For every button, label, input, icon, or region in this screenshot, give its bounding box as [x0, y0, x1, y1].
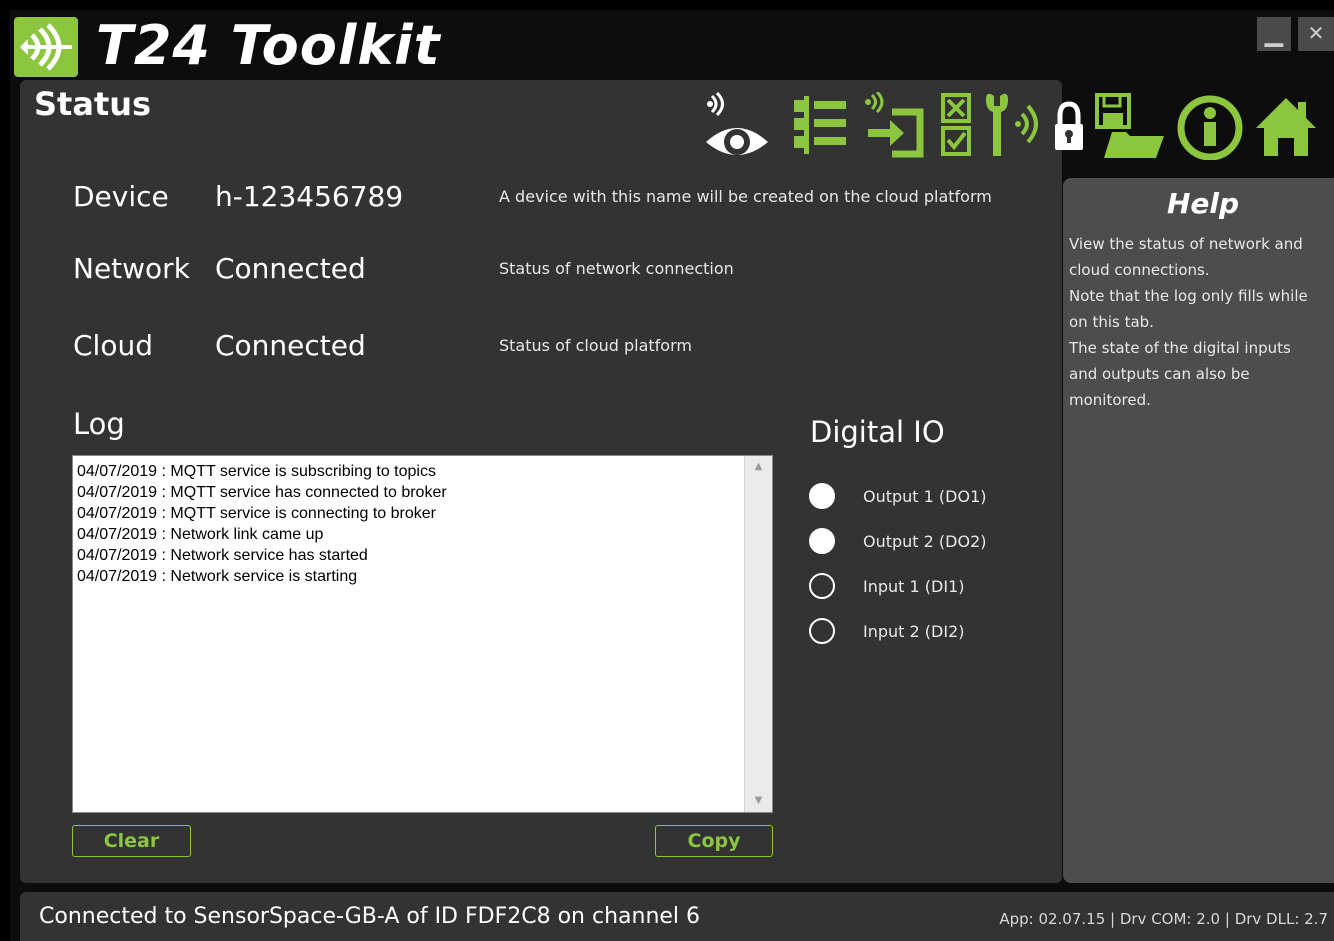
input-2-led-icon	[809, 618, 835, 644]
checklist-icon[interactable]	[940, 92, 974, 160]
log-heading: Log	[73, 407, 125, 441]
io-label: Input 1 (DI1)	[863, 577, 965, 596]
cloud-label: Cloud	[73, 329, 153, 362]
io-label: Output 1 (DO1)	[863, 487, 987, 506]
help-line: cloud connections.	[1069, 261, 1210, 279]
help-text: View the status of network and cloud con…	[1069, 231, 1331, 413]
help-line: monitored.	[1069, 391, 1151, 409]
device-hint: A device with this name will be created …	[499, 187, 992, 206]
log-line: 04/07/2019 : Network link came up	[77, 526, 324, 543]
minimize-button[interactable]: ▁	[1257, 17, 1291, 51]
help-line: The state of the digital inputs	[1069, 339, 1291, 357]
cloud-value: Connected	[215, 329, 366, 362]
digital-io-heading: Digital IO	[810, 415, 945, 449]
page-title: Status	[34, 85, 152, 123]
log-scrollbar[interactable]: ▲ ▼	[744, 456, 772, 812]
io-label: Input 2 (DI2)	[863, 622, 965, 641]
network-hint: Status of network connection	[499, 259, 734, 278]
log-line: 04/07/2019 : Network service is starting	[77, 568, 358, 585]
lock-icon[interactable]	[1052, 92, 1086, 160]
help-line: Note that the log only fills while	[1069, 287, 1308, 305]
home-icon[interactable]	[1254, 92, 1318, 160]
app-title: T24 Toolkit	[96, 14, 441, 77]
connection-status-text: Connected to SensorSpace-GB-A of ID FDF2…	[39, 904, 701, 929]
input-1-led-icon	[809, 573, 835, 599]
output-1-led-icon	[809, 483, 835, 509]
help-title: Help	[1167, 187, 1240, 220]
scroll-up-arrow-icon[interactable]: ▲	[745, 456, 772, 478]
log-line: 04/07/2019 : MQTT service is subscribing…	[77, 463, 436, 480]
help-line: View the status of network and	[1069, 235, 1303, 253]
wireless-import-icon[interactable]	[860, 92, 928, 160]
settings-list-icon[interactable]	[790, 92, 854, 160]
wireless-logo-icon	[20, 23, 72, 71]
log-lines: 04/07/2019 : MQTT service is subscribing…	[77, 461, 742, 587]
output-2-led-icon	[809, 528, 835, 554]
clear-button[interactable]: Clear	[72, 825, 191, 857]
version-text: App: 02.07.15 | Drv COM: 2.0 | Drv DLL: …	[999, 910, 1328, 928]
network-label: Network	[73, 252, 190, 285]
close-button[interactable]: ✕	[1298, 17, 1334, 51]
log-textarea[interactable]: 04/07/2019 : MQTT service is subscribing…	[72, 455, 773, 813]
copy-button[interactable]: Copy	[655, 825, 773, 857]
wireless-wrench-icon[interactable]	[984, 92, 1048, 160]
device-value: h-123456789	[215, 180, 404, 213]
log-line: 04/07/2019 : MQTT service has connected …	[77, 484, 447, 501]
log-line: 04/07/2019 : MQTT service is connecting …	[77, 505, 436, 522]
log-line: 04/07/2019 : Network service has started	[77, 547, 368, 564]
help-line: and outputs can also be	[1069, 365, 1250, 383]
wireless-eye-icon[interactable]	[702, 92, 772, 160]
device-label: Device	[73, 180, 169, 213]
scroll-down-arrow-icon[interactable]: ▼	[745, 790, 772, 812]
cloud-hint: Status of cloud platform	[499, 336, 692, 355]
app-logo	[14, 17, 78, 77]
io-label: Output 2 (DO2)	[863, 532, 987, 551]
info-icon[interactable]	[1174, 92, 1246, 160]
save-open-icon[interactable]	[1094, 92, 1166, 160]
network-value: Connected	[215, 252, 366, 285]
help-line: on this tab.	[1069, 313, 1154, 331]
